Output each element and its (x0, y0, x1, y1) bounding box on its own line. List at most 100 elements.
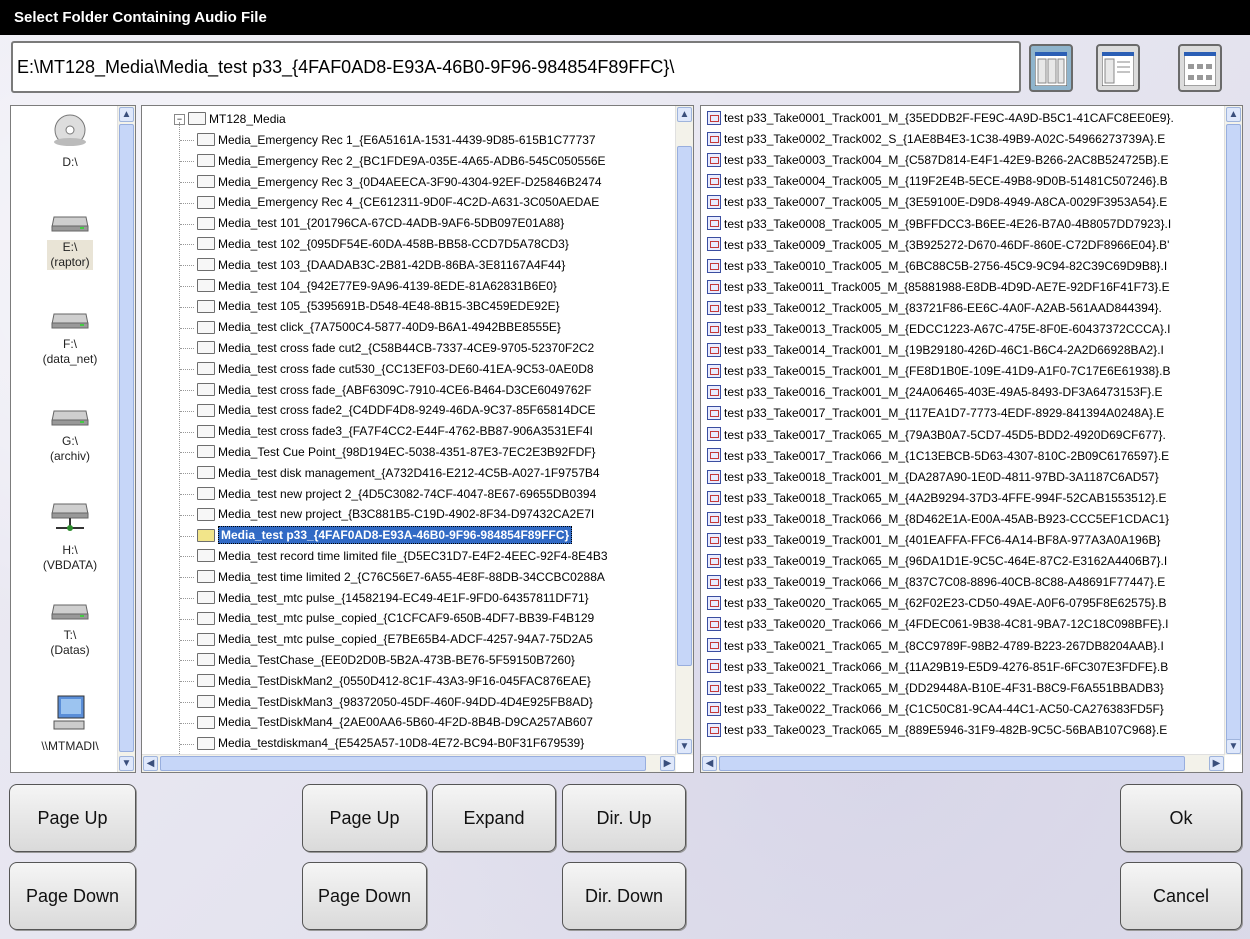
tree-folder-item[interactable]: Media_Emergency Rec 1_{E6A5161A-1531-443… (180, 130, 596, 151)
tree-folder-item[interactable]: Media_Emergency Rec 2_{BC1FDE9A-035E-4A6… (180, 151, 606, 172)
file-item[interactable]: test p33_Take0018_Track066_M_{8D462E1A-E… (707, 509, 1169, 530)
tree-folder-item[interactable]: Media_test time limited 2_{C76C56E7-6A55… (180, 567, 605, 588)
file-item[interactable]: test p33_Take0009_Track005_M_{3B925272-D… (707, 235, 1169, 256)
scroll-thumb[interactable] (719, 756, 1185, 771)
tree-folder-item[interactable]: Media_test disk management_{A732D416-E21… (180, 463, 600, 484)
scroll-left-icon[interactable]: ◀ (143, 756, 158, 771)
tree-folder-item[interactable]: Media_Emergency Rec 3_{0D4AEECA-3F90-430… (180, 172, 602, 193)
drive-item[interactable]: F:\ (data_net) (11, 306, 129, 367)
tree-folder-item[interactable]: Media_TestDiskMan2_{0550D412-8C1F-43A3-9… (180, 671, 591, 692)
scroll-thumb[interactable] (119, 124, 134, 752)
tree-folder-item[interactable]: Media_test cross fade2_{C4DDF4D8-9249-46… (180, 400, 596, 421)
files-vertical-scrollbar[interactable]: ▲ ▼ (1224, 106, 1242, 755)
drives-page-down-button[interactable]: Page Down (9, 862, 136, 930)
tree-root[interactable]: − MT128_Media (174, 109, 286, 130)
file-item[interactable]: test p33_Take0002_Track002_S_{1AE8B4E3-1… (707, 129, 1165, 150)
tree-folder-item[interactable]: Media_test new project 2_{4D5C3082-74CF-… (180, 484, 596, 505)
file-item[interactable]: test p33_Take0001_Track001_M_{35EDDB2F-F… (707, 108, 1174, 129)
file-item[interactable]: test p33_Take0016_Track001_M_{24A06465-4… (707, 382, 1163, 403)
file-item[interactable]: test p33_Take0004_Track005_M_{119F2E4B-5… (707, 171, 1168, 192)
expand-button[interactable]: Expand (432, 784, 556, 852)
file-item[interactable]: test p33_Take0020_Track066_M_{4FDEC061-9… (707, 614, 1169, 635)
tree-folder-item[interactable]: Media_test p33_{4FAF0AD8-E93A-46B0-9F96-… (180, 525, 573, 546)
drives-vertical-scrollbar[interactable]: ▲ ▼ (117, 106, 135, 772)
tree-folder-item[interactable]: Media_Emergency Rec 4_{CE612311-9D0F-4C2… (180, 192, 599, 213)
list-view-button[interactable] (1096, 44, 1140, 92)
scroll-down-icon[interactable]: ▼ (1226, 739, 1241, 754)
file-item[interactable]: test p33_Take0021_Track066_M_{11A29B19-E… (707, 657, 1168, 678)
tree-horizontal-scrollbar[interactable]: ◀ ▶ (142, 754, 676, 772)
file-item[interactable]: test p33_Take0018_Track001_M_{DA287A90-1… (707, 467, 1159, 488)
tree-folder-item[interactable]: Media_test cross fade cut2_{C58B44CB-733… (180, 338, 594, 359)
file-item[interactable]: test p33_Take0017_Track066_M_{1C13EBCB-5… (707, 446, 1169, 467)
scroll-up-icon[interactable]: ▲ (119, 107, 134, 122)
file-item[interactable]: test p33_Take0022_Track065_M_{DD29448A-B… (707, 678, 1164, 699)
tree-folder-item[interactable]: Media_test_mtc pulse_{14582194-EC49-4E1F… (180, 588, 589, 609)
file-item[interactable]: test p33_Take0019_Track001_M_{401EAFFA-F… (707, 530, 1160, 551)
drive-item[interactable]: T:\ (Datas) (11, 597, 129, 658)
tree-folder-item[interactable]: Media_test cross fade3_{FA7F4CC2-E44F-47… (180, 421, 593, 442)
scroll-thumb[interactable] (160, 756, 646, 771)
tree-folder-item[interactable]: Media_test 101_{201796CA-67CD-4ADB-9AF6-… (180, 213, 564, 234)
file-item[interactable]: test p33_Take0018_Track065_M_{4A2B9294-3… (707, 488, 1167, 509)
tree-page-up-button[interactable]: Page Up (302, 784, 427, 852)
tree-folder-item[interactable]: Media_test 102_{095DF54E-60DA-458B-BB58-… (180, 234, 569, 255)
folder-tree-panel[interactable]: − MT128_Media Media_Emergency Rec 1_{E6A5… (141, 105, 694, 773)
file-item[interactable]: test p33_Take0012_Track005_M_{83721F86-E… (707, 298, 1162, 319)
tree-folder-item[interactable]: Media_TestChase_{EE0D2D0B-5B2A-473B-BE76… (180, 650, 575, 671)
drives-panel[interactable]: D:\ E:\ (raptor) F:\ (data_net) G:\ (archiv) H:… (10, 105, 136, 773)
tree-page-down-button[interactable]: Page Down (302, 862, 427, 930)
ok-button[interactable]: Ok (1120, 784, 1242, 852)
file-item[interactable]: test p33_Take0003_Track004_M_{C587D814-E… (707, 150, 1169, 171)
file-item[interactable]: test p33_Take0019_Track065_M_{96DA1D1E-9… (707, 551, 1167, 572)
file-item[interactable]: test p33_Take0017_Track065_M_{79A3B0A7-5… (707, 425, 1166, 446)
scroll-up-icon[interactable]: ▲ (1226, 107, 1241, 122)
drive-item[interactable]: H:\ (VBDATA) (11, 500, 129, 573)
file-item[interactable]: test p33_Take0022_Track066_M_{C1C50C81-9… (707, 699, 1164, 720)
tree-folder-item[interactable]: Media_TestDiskMan4_{2AE00AA6-5B60-4F2D-8… (180, 712, 593, 733)
tree-folder-item[interactable]: Media_test record time limited file_{D5E… (180, 546, 608, 567)
scroll-thumb[interactable] (1226, 124, 1241, 744)
file-item[interactable]: test p33_Take0015_Track001_M_{FE8D1B0E-1… (707, 361, 1171, 382)
tree-folder-item[interactable]: Media_testdiskman4_{E5425A57-10D8-4E72-B… (180, 733, 584, 754)
tree-folder-item[interactable]: Media_test click_{7A7500C4-5877-40D9-B6A… (180, 317, 561, 338)
path-field[interactable]: E:\MT128_Media\Media_test p33_{4FAF0AD8-… (11, 41, 1021, 93)
drive-item[interactable]: E:\ (raptor) (11, 209, 129, 270)
cancel-button[interactable]: Cancel (1120, 862, 1242, 930)
tree-folder-item[interactable]: Media_test 104_{942E77E9-9A96-4139-8EDE-… (180, 276, 557, 297)
tree-folder-item[interactable]: Media_test 105_{5395691B-D548-4E48-8B15-… (180, 296, 560, 317)
tree-folder-item[interactable]: Media_test 103_{DAADAB3C-2B81-42DB-86BA-… (180, 255, 565, 276)
tree-folder-item[interactable]: Media_TestDiskMan3_{98372050-45DF-460F-9… (180, 692, 593, 713)
file-item[interactable]: test p33_Take0007_Track005_M_{3E59100E-D… (707, 192, 1167, 213)
details-view-button[interactable] (1029, 44, 1073, 92)
tree-folder-item[interactable]: Media_Test Cue Point_{98D194EC-5038-4351… (180, 442, 596, 463)
scroll-up-icon[interactable]: ▲ (677, 107, 692, 122)
file-item[interactable]: test p33_Take0011_Track005_M_{85881988-E… (707, 277, 1170, 298)
drive-item[interactable]: G:\ (archiv) (11, 403, 129, 464)
icons-view-button[interactable] (1178, 44, 1222, 92)
tree-folder-item[interactable]: Media_test_mtc pulse_copied_{C1CFCAF9-65… (180, 608, 594, 629)
files-horizontal-scrollbar[interactable]: ◀ ▶ (701, 754, 1225, 772)
dir-down-button[interactable]: Dir. Down (562, 862, 686, 930)
scroll-left-icon[interactable]: ◀ (702, 756, 717, 771)
tree-vertical-scrollbar[interactable]: ▲ ▼ (675, 106, 693, 755)
file-item[interactable]: test p33_Take0014_Track001_M_{19B29180-4… (707, 340, 1164, 361)
scroll-down-icon[interactable]: ▼ (677, 739, 692, 754)
file-item[interactable]: test p33_Take0019_Track066_M_{837C7C08-8… (707, 572, 1165, 593)
file-item[interactable]: test p33_Take0013_Track005_M_{EDCC1223-A… (707, 319, 1171, 340)
file-item[interactable]: test p33_Take0017_Track001_M_{117EA1D7-7… (707, 403, 1164, 424)
drives-page-up-button[interactable]: Page Up (9, 784, 136, 852)
tree-folder-item[interactable]: Media_test_mtc pulse_copied_{E7BE65B4-AD… (180, 629, 593, 650)
tree-folder-item[interactable]: Media_test cross fade cut530_{CC13EF03-D… (180, 359, 594, 380)
dir-up-button[interactable]: Dir. Up (562, 784, 686, 852)
drive-item[interactable]: \\MTMADI\ (11, 694, 129, 754)
scroll-thumb[interactable] (677, 146, 692, 666)
file-item[interactable]: test p33_Take0020_Track065_M_{62F02E23-C… (707, 593, 1167, 614)
tree-folder-item[interactable]: Media_test cross fade_{ABF6309C-7910-4CE… (180, 380, 592, 401)
file-list-panel[interactable]: test p33_Take0001_Track001_M_{35EDDB2F-F… (700, 105, 1243, 773)
file-item[interactable]: test p33_Take0023_Track065_M_{889E5946-3… (707, 720, 1167, 741)
drive-item[interactable]: D:\ (11, 112, 129, 170)
scroll-right-icon[interactable]: ▶ (660, 756, 675, 771)
file-item[interactable]: test p33_Take0010_Track005_M_{6BC88C5B-2… (707, 256, 1167, 277)
tree-folder-item[interactable]: Media_test new project_{B3C881B5-C19D-49… (180, 504, 594, 525)
